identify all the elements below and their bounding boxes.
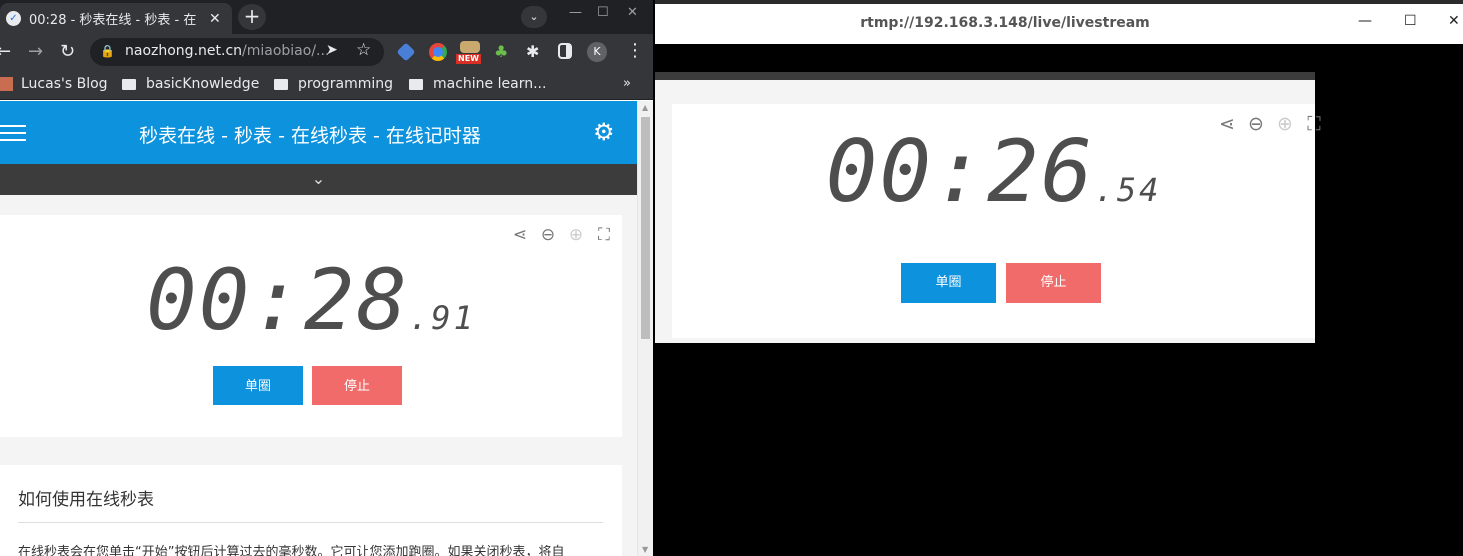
lap-button[interactable]: 单圈: [213, 366, 303, 405]
video-subbar: [655, 72, 1315, 80]
site-header: 秒表在线 - 秒表 - 在线秒表 - 在线记时器 ⚙: [0, 101, 637, 164]
scroll-down-icon[interactable]: ▼: [642, 545, 648, 554]
minimize-icon[interactable]: —: [569, 5, 582, 20]
bookmark-star-icon[interactable]: ☆: [356, 40, 371, 60]
url-text: naozhong.net.cn/miaobiao/...: [125, 43, 330, 59]
forward-icon[interactable]: →: [28, 42, 43, 62]
page-scrollbar[interactable]: ▲ ▼: [637, 101, 653, 556]
video-stopwatch-card: ⋖ ⊖ ⊕ ⛶ 00:26.54 单圈 停止: [672, 104, 1321, 338]
new-badge: NEW: [456, 54, 481, 64]
browser-toolbar: ← → ↻ 🔒 naozhong.net.cn/miaobiao/... ➤ ☆…: [0, 34, 653, 70]
reload-icon[interactable]: ↻: [60, 42, 75, 62]
gear-icon[interactable]: ⚙: [593, 119, 615, 145]
stopwatch-time: 00:28: [146, 251, 410, 349]
video-stopwatch-time: 00:26: [825, 122, 1095, 222]
browser-tab[interactable]: ✓ 00:28 - 秒表在线 - 秒表 - 在 ✕: [0, 3, 232, 34]
bookmark-programming[interactable]: programming: [274, 76, 393, 92]
close-tab-icon[interactable]: ✕: [209, 11, 221, 27]
article-title: 如何使用在线秒表: [18, 490, 154, 510]
page-viewport: 秒表在线 - 秒表 - 在线秒表 - 在线记时器 ⚙ ⌄ ⋖ ⊖ ⊕ ⛶ 00:…: [0, 101, 653, 556]
stop-button[interactable]: 停止: [312, 366, 402, 405]
bookmarks-bar: Lucas's Blog basicKnowledge programming …: [0, 70, 653, 100]
send-to-devices-icon[interactable]: ➤: [326, 42, 338, 58]
stopwatch-card: ⋖ ⊖ ⊕ ⛶ 00:28.91 单圈 停止: [0, 215, 622, 437]
maximize-icon[interactable]: ☐: [1404, 13, 1417, 29]
collapse-bar[interactable]: ⌄: [0, 164, 637, 195]
stopwatch-display: 00:28.91: [0, 251, 622, 349]
player-titlebar: rtmp://192.168.3.148/live/livestream — ☐…: [655, 4, 1463, 44]
folder-icon: [409, 78, 423, 90]
blog-favicon-icon: [0, 77, 13, 91]
bookmarks-overflow-button[interactable]: »: [623, 76, 631, 91]
maximize-icon[interactable]: ☐: [597, 5, 609, 20]
tab-strip: ✓ 00:28 - 秒表在线 - 秒表 - 在 ✕ + ⌄ — ☐ ✕: [0, 0, 653, 34]
lock-icon: 🔒: [100, 44, 115, 58]
close-window-icon[interactable]: ✕: [627, 5, 638, 20]
chrome-extension-icon[interactable]: [429, 43, 447, 61]
video-frame: ⋖ ⊖ ⊕ ⛶ 00:26.54 单圈 停止: [655, 72, 1321, 343]
back-icon[interactable]: ←: [0, 42, 11, 62]
stopwatch-ms: .91: [409, 299, 476, 337]
folder-extension-icon[interactable]: [460, 41, 480, 53]
player-window-title: rtmp://192.168.3.148/live/livestream: [860, 15, 1150, 31]
tab-search-button[interactable]: ⌄: [521, 6, 547, 28]
stopwatch-controls: ⋖ ⊖ ⊕ ⛶: [510, 225, 614, 245]
extension-blue-icon[interactable]: [396, 42, 416, 62]
address-bar[interactable]: 🔒 naozhong.net.cn/miaobiao/... ➤ ☆: [90, 38, 384, 66]
share-icon[interactable]: ⋖: [510, 225, 530, 245]
zoom-out-icon[interactable]: ⊖: [538, 225, 558, 245]
tree-extension-icon[interactable]: ♣: [494, 43, 512, 61]
article-text: 在线秒表会在您单击“开始”按钮后计算过去的毫秒数。它可让您添加跑圈。如果关闭秒表…: [18, 545, 565, 556]
scroll-thumb[interactable]: [641, 117, 650, 339]
profile-avatar[interactable]: K: [587, 42, 607, 62]
bookmark-machine-learning[interactable]: machine learn...: [409, 76, 546, 92]
close-window-icon[interactable]: ✕: [1448, 13, 1460, 29]
folder-icon: [122, 78, 136, 90]
side-panel-icon[interactable]: [558, 43, 572, 59]
chevron-down-icon[interactable]: ⌄: [312, 169, 325, 188]
puzzle-icon[interactable]: ✱: [526, 42, 539, 62]
browser-window: ✓ 00:28 - 秒表在线 - 秒表 - 在 ✕ + ⌄ — ☐ ✕ ← → …: [0, 0, 653, 556]
video-stopwatch-display: 00:26.54: [672, 122, 1315, 222]
minimize-icon[interactable]: —: [1358, 13, 1372, 29]
video-lap-button: 单圈: [901, 263, 996, 303]
player-window: rtmp://192.168.3.148/live/livestream — ☐…: [655, 0, 1463, 556]
video-stop-button: 停止: [1006, 263, 1101, 303]
site-title: 秒表在线 - 秒表 - 在线秒表 - 在线记时器: [139, 125, 481, 147]
fullscreen-icon[interactable]: ⛶: [594, 225, 614, 245]
tab-title: 00:28 - 秒表在线 - 秒表 - 在: [29, 13, 197, 28]
article-card: 如何使用在线秒表 在线秒表会在您单击“开始”按钮后计算过去的毫秒数。它可让您添加…: [0, 465, 622, 556]
divider: [18, 522, 603, 523]
clock-favicon-icon: ✓: [6, 11, 21, 26]
new-tab-button[interactable]: +: [238, 4, 266, 30]
bookmark-lucas-blog[interactable]: Lucas's Blog: [0, 76, 108, 92]
scroll-up-icon[interactable]: ▲: [642, 103, 648, 112]
video-stopwatch-ms: .54: [1094, 171, 1162, 209]
bookmark-basic-knowledge[interactable]: basicKnowledge: [122, 76, 259, 92]
folder-icon: [274, 78, 288, 90]
menu-kebab-icon[interactable]: ⋮: [626, 40, 644, 61]
zoom-in-icon[interactable]: ⊕: [566, 225, 586, 245]
